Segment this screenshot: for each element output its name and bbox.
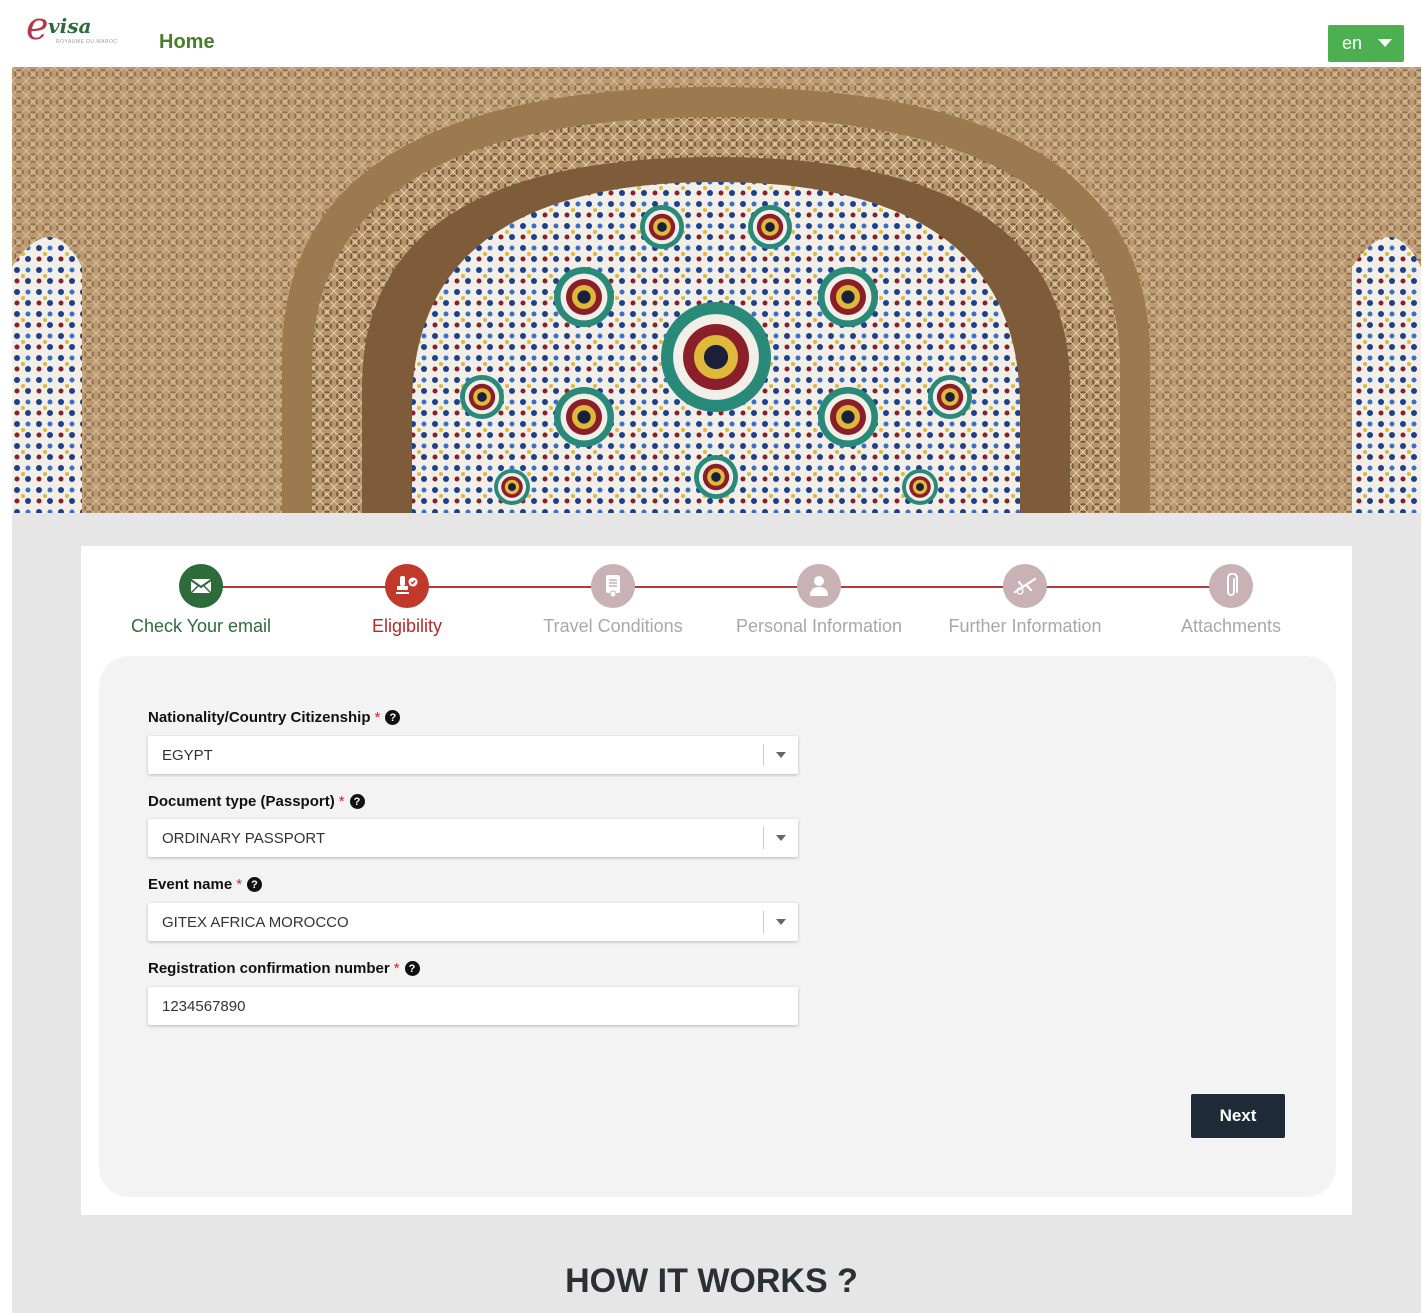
document-type-label: Document type (Passport) * ?	[148, 793, 365, 810]
moroccan-arch-illustration	[12, 67, 1421, 513]
step-label: Further Information	[948, 616, 1102, 636]
header: e visa ROYAUME DU MAROC Home en	[0, 0, 1423, 67]
event-name-label-text: Event name	[148, 876, 233, 893]
required-asterisk: *	[374, 709, 381, 726]
nationality-value: EGYPT	[162, 746, 213, 764]
step-label: Travel Conditions	[543, 616, 683, 636]
paperclip-icon	[1209, 564, 1253, 608]
document-icon	[591, 564, 635, 608]
chevron-down-icon[interactable]	[776, 919, 786, 925]
home-link[interactable]: Home	[159, 31, 215, 54]
event-name-select[interactable]: GITEX AFRICA MOROCCO	[148, 903, 798, 941]
mosaic-rosette	[477, 392, 487, 402]
event-name-label: Event name * ?	[148, 876, 263, 893]
mosaic-rosette	[577, 290, 591, 304]
step-label: Check Your email	[130, 616, 272, 636]
step-travel-conditions[interactable]: Travel Conditions	[513, 564, 713, 637]
mosaic-rosette	[703, 344, 729, 370]
step-label: Attachments	[1180, 616, 1282, 636]
mosaic-rosette	[657, 222, 667, 232]
registration-label-text: Registration confirmation number	[148, 960, 390, 977]
step-check-email[interactable]: Check Your email	[101, 564, 301, 637]
select-divider	[763, 744, 764, 766]
document-type-select[interactable]: ORDINARY PASSPORT	[148, 819, 798, 857]
mosaic-rosette	[841, 410, 855, 424]
evisa-logo[interactable]: e visa ROYAUME DU MAROC	[26, 6, 122, 50]
select-divider	[763, 911, 764, 933]
step-personal-information[interactable]: Personal Information	[719, 564, 919, 637]
mosaic-rosette	[765, 222, 775, 232]
required-asterisk: *	[338, 793, 345, 810]
nationality-select[interactable]: EGYPT	[148, 736, 798, 774]
airplane-icon	[1003, 564, 1047, 608]
next-button[interactable]: Next	[1191, 1094, 1285, 1138]
stamp-icon	[385, 564, 429, 608]
user-icon	[797, 564, 841, 608]
envelope-icon	[179, 564, 223, 608]
logo-e: e	[26, 4, 49, 48]
step-label: Eligibility	[371, 616, 443, 636]
help-icon[interactable]: ?	[404, 961, 420, 976]
event-name-value: GITEX AFRICA MOROCCO	[162, 913, 349, 931]
help-icon[interactable]: ?	[247, 877, 263, 892]
nationality-label-text: Nationality/Country Citizenship	[148, 709, 371, 726]
mosaic-rosette	[711, 472, 721, 482]
how-it-works-heading: HOW IT WORKS ?	[565, 1262, 858, 1300]
step-label: Personal Information	[735, 616, 903, 636]
chevron-down-icon[interactable]	[776, 752, 786, 758]
step-further-information[interactable]: Further Information	[925, 564, 1125, 637]
registration-number-input[interactable]: 1234567890	[148, 987, 798, 1025]
mosaic-rosette	[577, 410, 591, 424]
registration-number-label: Registration confirmation number * ?	[148, 960, 420, 977]
chevron-down-icon[interactable]	[776, 835, 786, 841]
logo-text: visa	[48, 14, 92, 38]
mosaic-rosette	[945, 392, 955, 402]
document-type-label-text: Document type (Passport)	[148, 793, 335, 810]
language-value: en	[1342, 33, 1363, 53]
caret-down-icon	[1378, 39, 1392, 47]
required-asterisk: *	[393, 960, 400, 977]
required-asterisk: *	[236, 876, 243, 893]
mosaic-rosette	[841, 290, 855, 304]
help-icon[interactable]: ?	[349, 794, 365, 809]
select-divider	[763, 827, 764, 849]
language-dropdown[interactable]: en	[1328, 25, 1404, 62]
step-attachments[interactable]: Attachments	[1131, 564, 1331, 637]
logo-subtitle: ROYAUME DU MAROC	[56, 39, 118, 45]
progress-stepper: Check Your email Eligibility Travel Cond…	[81, 546, 1352, 646]
registration-number-value: 1234567890	[162, 997, 246, 1015]
step-eligibility[interactable]: Eligibility	[307, 564, 507, 637]
mosaic-rosette	[508, 483, 516, 491]
help-icon[interactable]: ?	[385, 710, 401, 725]
hero-banner-image	[12, 67, 1421, 513]
nationality-label: Nationality/Country Citizenship * ?	[148, 709, 401, 726]
document-type-value: ORDINARY PASSPORT	[162, 829, 326, 847]
mosaic-rosette	[916, 483, 924, 491]
